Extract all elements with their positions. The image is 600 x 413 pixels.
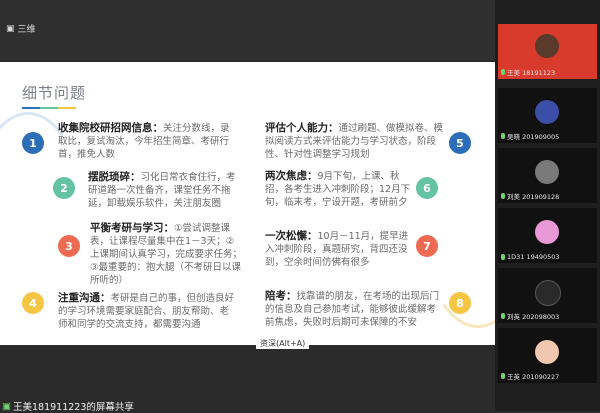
participant-tile-6[interactable]: 王英 201090227 xyxy=(498,328,597,383)
annotation-toolbar-label[interactable]: 资深(Alt+A) xyxy=(256,338,310,349)
mic-icon xyxy=(501,254,505,260)
item-6: 两次焦虑：9月下旬，上课、秋招，各考生进入冲刺阶段；12月下旬，临末考，宁设开题… xyxy=(265,170,413,209)
item-8: 陪考：找靠谱的朋友，在考场的出现后门的信息及自己参加考试，能够彼此缓解考前焦虑，… xyxy=(265,290,445,329)
sharer-indicator: ▣ 三维 xyxy=(6,22,36,36)
item-2: 摆脱琐碎：习化日常衣食住行，考研道路一次性备齐，课堂任务不拖延，卸载娱乐软件，关… xyxy=(88,171,240,210)
participant-avatar xyxy=(535,160,559,184)
participant-name: 1D31 19490503 xyxy=(507,253,560,261)
mic-icon xyxy=(501,69,505,75)
participant-avatar xyxy=(535,220,559,244)
participant-video xyxy=(535,34,559,58)
item-6-heading: 两次焦虑： xyxy=(265,170,318,182)
participant-name: 刘英 202098003 xyxy=(507,313,560,321)
item-5: 评估个人能力：通过刷题、做模拟卷、模拟阅读方式来评估能力与学习状态，阶段性、针对… xyxy=(265,122,445,161)
participant-tile-4[interactable]: 1D31 19490503 xyxy=(498,208,597,263)
participant-name: 王美 18191123 xyxy=(507,69,556,77)
slide-title: 细节问题 xyxy=(22,84,87,102)
shared-slide: 细节问题 1 2 3 4 5 6 7 8 收集院校研招网信息：关注分数线，录取比… xyxy=(0,62,536,345)
title-underline-yellow xyxy=(58,107,76,109)
item-1: 收集院校研招网信息：关注分数线，录取比，复试淘汰，今年招生简章、考研行首，推免人… xyxy=(58,122,238,161)
title-underline-green xyxy=(40,107,58,109)
participant-tile-5[interactable]: 刘英 202098003 xyxy=(498,268,597,323)
screen-share-icon: ▣ xyxy=(2,400,11,412)
item-1-heading: 收集院校研招网信息： xyxy=(58,122,163,134)
mic-icon xyxy=(501,373,505,379)
item-4-heading: 注重沟通： xyxy=(58,292,111,304)
participant-avatar xyxy=(535,100,559,124)
step-6-badge: 6 xyxy=(416,177,438,199)
participant-avatar xyxy=(535,340,559,364)
item-2-heading: 摆脱琐碎： xyxy=(88,171,141,183)
participant-tile-1[interactable]: 王美 18191123 xyxy=(498,24,597,79)
sharer-name: 三维 xyxy=(17,25,36,35)
mic-icon xyxy=(501,133,505,139)
step-8-badge: 8 xyxy=(449,292,471,314)
participant-tile-3[interactable]: 刘美 201909128 xyxy=(498,148,597,203)
item-7-heading: 一次松懈： xyxy=(265,230,318,242)
participant-tile-2[interactable]: 吴晓 201909005 xyxy=(498,88,597,143)
participant-avatar xyxy=(535,280,561,306)
step-1-badge: 1 xyxy=(22,132,44,154)
participant-name: 吴晓 201909005 xyxy=(507,133,560,141)
item-3: 平衡考研与学习：①尝试调整课表，让课程尽量集中在1－3天；②上课期间认真学习，完… xyxy=(90,222,242,287)
screen-share-icon: ▣ xyxy=(6,23,15,34)
participant-name: 刘美 201909128 xyxy=(507,193,560,201)
item-8-heading: 陪考： xyxy=(265,290,297,302)
mic-icon xyxy=(501,193,505,199)
step-2-badge: 2 xyxy=(53,177,75,199)
item-3-heading: 平衡考研与学习： xyxy=(90,222,174,234)
step-7-badge: 7 xyxy=(416,235,438,257)
step-4-badge: 4 xyxy=(22,292,44,314)
item-5-heading: 评估个人能力： xyxy=(265,122,339,134)
participant-panel: 王美 18191123 吴晓 201909005 刘美 201909128 1D… xyxy=(495,0,600,411)
item-7: 一次松懈：10月－11月，提早进入冲刺阶段，真题研究，背四还没到，空余时间仿佛有… xyxy=(265,230,413,269)
meeting-top-bar: ▣ 三维 xyxy=(0,0,495,60)
title-underline-blue xyxy=(22,107,40,109)
item-4: 注重沟通：考研是自己的事，但创造良好的学习环境需要家庭配合、朋友帮助、老师和同学… xyxy=(58,292,238,331)
step-3-badge: 3 xyxy=(58,235,80,257)
mic-icon xyxy=(501,313,505,319)
participant-name: 王英 201090227 xyxy=(507,373,560,381)
step-5-badge: 5 xyxy=(449,132,471,154)
